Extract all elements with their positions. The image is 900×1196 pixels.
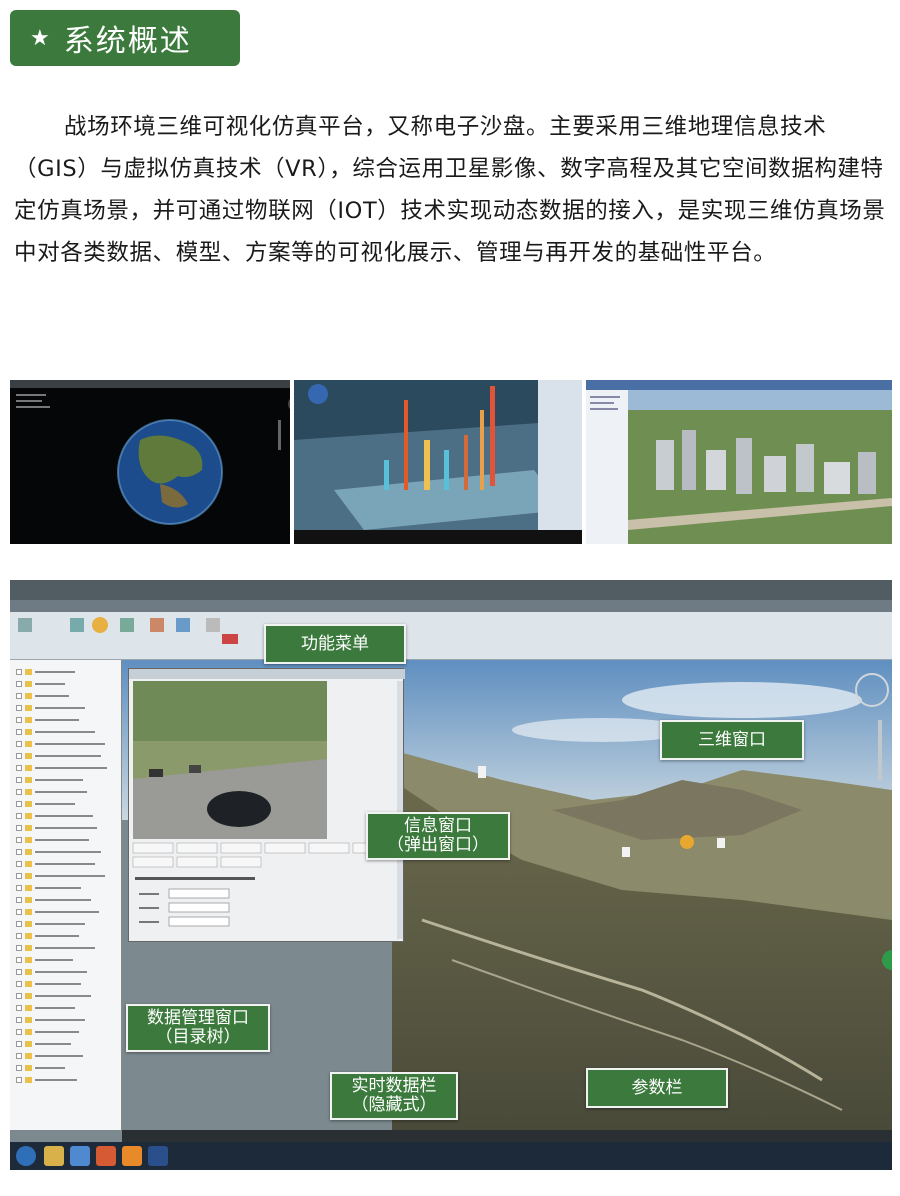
callout-info-window-line1: 信息窗口 [404,816,472,836]
tree-item[interactable] [16,908,106,916]
callout-realtime-bar: 实时数据栏 （隐藏式） [330,1072,458,1120]
tree-item[interactable] [16,848,106,856]
tree-item[interactable] [16,716,106,724]
tree-item[interactable] [16,860,106,868]
tree-item[interactable] [16,1004,106,1012]
callout-realtime-bar-line2: （隐藏式） [351,1095,437,1115]
data-management-tree[interactable] [10,660,122,1130]
tree-item[interactable] [16,836,106,844]
status-bar [122,1130,892,1142]
tree-item[interactable] [16,752,106,760]
window-titlebar [10,580,892,600]
tree-item[interactable] [16,980,106,988]
callout-info-window: 信息窗口 （弹出窗口） [366,812,510,860]
callout-3d-window: 三维窗口 [660,720,804,760]
star-icon: ★ [30,25,50,51]
tree-item[interactable] [16,728,106,736]
presentation-icon[interactable] [96,1146,116,1166]
callout-data-management: 数据管理窗口 （目录树） [126,1004,270,1052]
city-screenshot [586,380,892,544]
tree-item[interactable] [16,968,106,976]
callout-info-window-line2: （弹出窗口） [387,835,489,855]
tree-item[interactable] [16,788,106,796]
callout-params-bar: 参数栏 [586,1068,728,1108]
browser-icon[interactable] [70,1146,90,1166]
tree-item[interactable] [16,764,107,772]
callout-realtime-bar-line1: 实时数据栏 [351,1076,437,1096]
tree-item[interactable] [16,680,106,688]
tree-item[interactable] [16,1028,106,1036]
ribbon-tabs[interactable] [10,600,892,612]
info-popup-window[interactable] [128,668,405,942]
tree-item[interactable] [16,776,106,784]
section-header: ★ 系统概述 [10,10,240,66]
tree-item[interactable] [16,800,106,808]
ribbon-icons [18,617,238,644]
folder-icon[interactable] [44,1146,64,1166]
callout-function-menu: 功能菜单 [264,624,406,664]
tree-item[interactable] [16,1040,106,1048]
tree-item[interactable] [16,1016,106,1024]
section-title: 系统概述 [63,24,192,59]
tree-item[interactable] [16,992,106,1000]
globe-screenshot [10,380,290,544]
app-icon[interactable] [122,1146,142,1166]
screenshot-strip [10,380,892,544]
tree-item[interactable] [16,740,106,748]
tree-item[interactable] [16,944,106,952]
tree-item[interactable] [16,812,106,820]
tree-item[interactable] [16,956,106,964]
tree-item[interactable] [16,932,106,940]
annotated-software-screenshot: 功能菜单 三维窗口 信息窗口 （弹出窗口） 数据管理窗口 （目录树） 实时数据栏… [10,580,892,1170]
tree-item[interactable] [16,668,106,676]
info-popup-content [129,669,405,939]
start-icon[interactable] [16,1146,36,1166]
tree-item[interactable] [16,704,106,712]
data-bars-image [294,380,582,544]
callout-params-bar-label: 参数栏 [631,1077,683,1098]
intro-paragraph: 战场环境三维可视化仿真平台，又称电子沙盘。主要采用三维地理信息技术（GIS）与虚… [14,114,886,266]
ribbon-toolbar[interactable] [10,612,892,660]
callout-3d-window-label: 三维窗口 [698,729,766,750]
tree-item[interactable] [16,692,106,700]
tree-item[interactable] [16,884,106,892]
tree-item[interactable] [16,1052,106,1060]
tree-item[interactable] [16,920,106,928]
callout-data-management-line2: （目录树） [155,1027,241,1047]
callout-function-menu-label: 功能菜单 [301,633,369,654]
tree-item[interactable] [16,896,106,904]
tree-item[interactable] [16,1064,106,1072]
tree-item[interactable] [16,1076,106,1084]
callout-data-management-line1: 数据管理窗口 [147,1008,249,1028]
globe-image [10,380,290,525]
os-taskbar [10,1142,892,1170]
data-bars-screenshot [294,380,582,544]
tree-item[interactable] [16,872,106,880]
photoshop-icon[interactable] [148,1146,168,1166]
city-image [586,380,892,544]
tree-item[interactable] [16,824,106,832]
